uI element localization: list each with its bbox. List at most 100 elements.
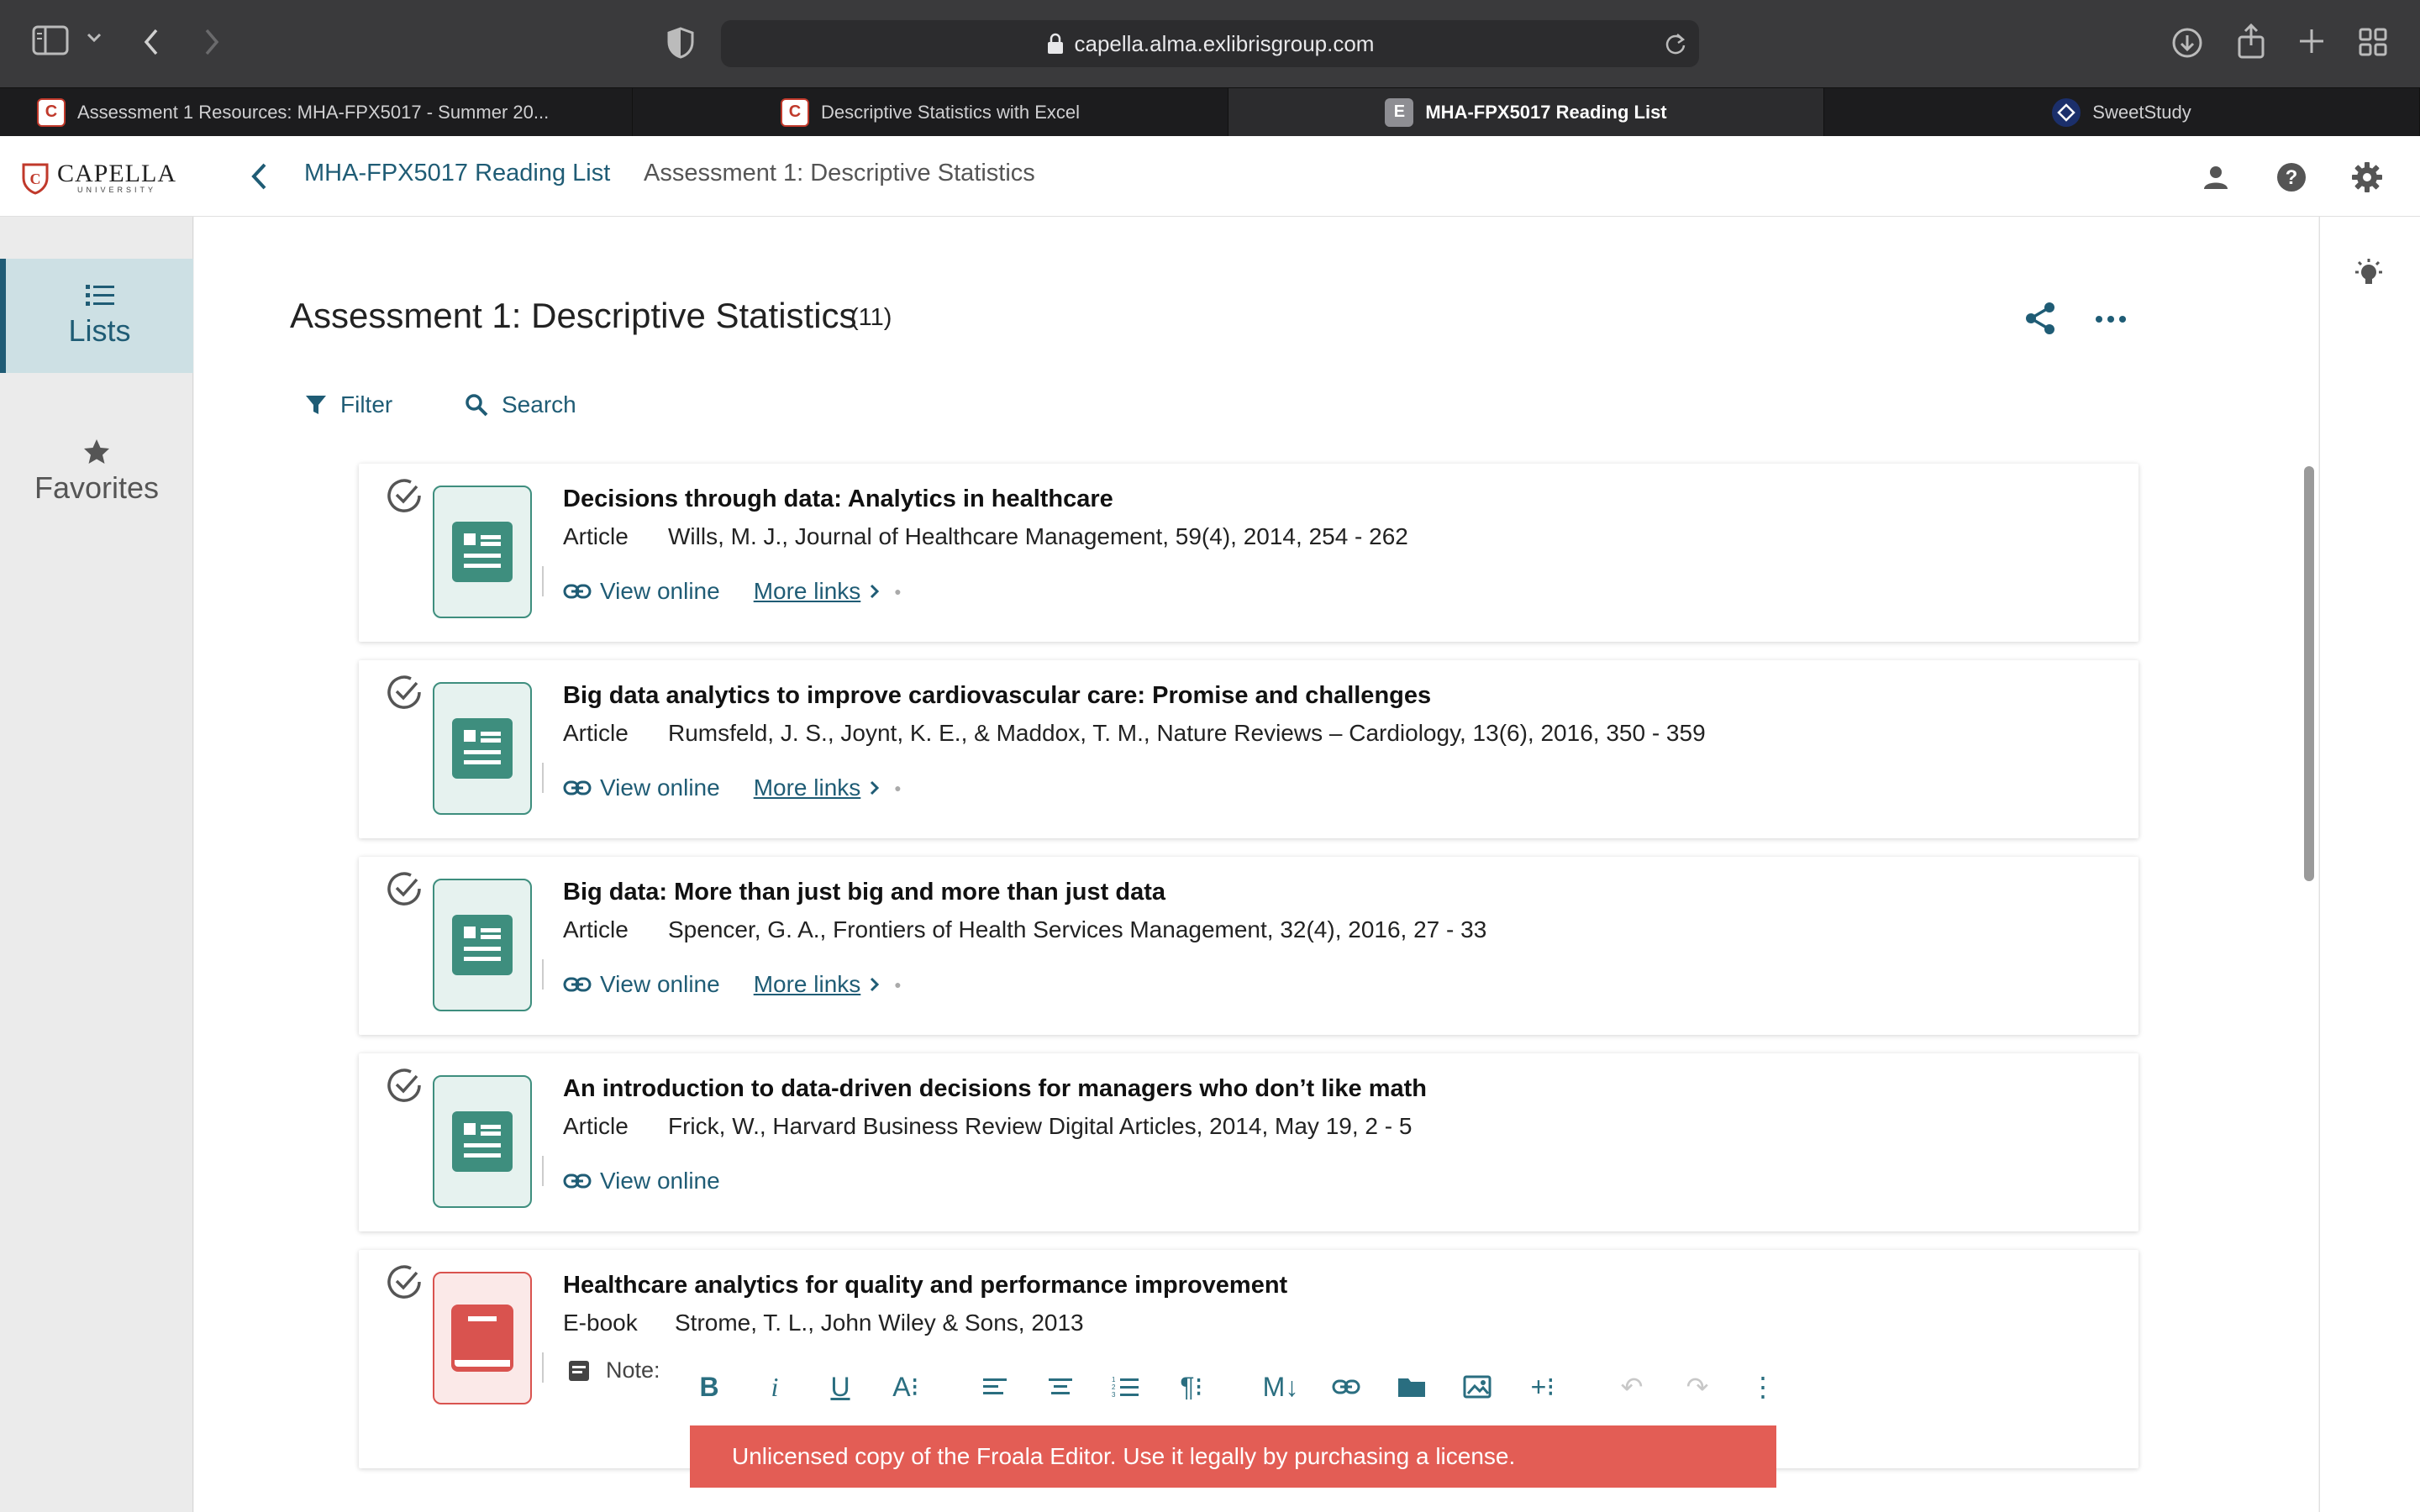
sweetstudy-icon	[2052, 97, 2081, 127]
sidebar-toggle-icon[interactable]	[32, 25, 69, 55]
capella-crest-icon: C	[22, 163, 49, 195]
mark-done-icon[interactable]	[386, 1263, 423, 1300]
tab-descriptive-statistics[interactable]: C Descriptive Statistics with Excel	[633, 88, 1228, 136]
insert-more-icon[interactable]: +⁝	[1510, 1361, 1576, 1413]
item-citation: Spencer, G. A., Frontiers of Health Serv…	[668, 916, 1487, 942]
chevron-down-icon[interactable]	[86, 32, 103, 44]
more-links-button[interactable]: More links	[754, 774, 881, 801]
item-meta: Article Frick, W., Harvard Business Revie…	[563, 1113, 1412, 1140]
new-tab-icon[interactable]	[2297, 27, 2326, 55]
view-online-label: View online	[600, 971, 720, 997]
url-text: capella.alma.exlibrisgroup.com	[1074, 30, 1375, 56]
star-icon	[84, 439, 109, 464]
tab-sweetstudy[interactable]: SweetStudy	[1824, 88, 2420, 136]
divider	[542, 959, 544, 990]
tab-label: SweetStudy	[2092, 101, 2191, 123]
search-button[interactable]: Search	[465, 391, 576, 418]
italic-button[interactable]: i	[742, 1361, 808, 1413]
more-vertical-icon[interactable]: ⋮	[1730, 1361, 1796, 1413]
item-title[interactable]: Decisions through data: Analytics in hea…	[563, 486, 1113, 513]
more-options-button[interactable]	[2093, 301, 2128, 340]
article-icon	[433, 486, 532, 618]
tab-assessment-resources[interactable]: C Assessment 1 Resources: MHA-FPX5017 - …	[0, 88, 633, 136]
list-item[interactable]: Big data analytics to improve cardiovasc…	[359, 660, 2139, 838]
list-item[interactable]: Decisions through data: Analytics in hea…	[359, 464, 2139, 642]
item-title[interactable]: Healthcare analytics for quality and per…	[563, 1272, 1287, 1299]
svg-text:2: 2	[1112, 1383, 1116, 1391]
insert-image-icon[interactable]	[1444, 1361, 1510, 1413]
forward-nav-icon[interactable]	[202, 27, 222, 57]
view-online-label: View online	[600, 578, 720, 604]
filter-button[interactable]: Filter	[305, 391, 392, 418]
download-icon[interactable]	[2171, 27, 2203, 59]
undo-icon[interactable]: ↶	[1599, 1361, 1665, 1413]
tab-label: Descriptive Statistics with Excel	[820, 101, 1081, 123]
paragraph-format-icon[interactable]: ¶⁝	[1159, 1361, 1224, 1413]
svg-text:C: C	[30, 171, 41, 187]
divider	[542, 1352, 544, 1383]
item-type: Article	[563, 916, 629, 942]
more-links-button[interactable]: More links	[754, 971, 881, 998]
text-size-button[interactable]: A⁝	[873, 1361, 939, 1413]
ebook-icon	[433, 1272, 532, 1404]
lightbulb-icon[interactable]	[2352, 257, 2386, 295]
filter-label: Filter	[340, 391, 393, 417]
item-actions: View online More links ●	[563, 774, 902, 801]
article-icon	[433, 879, 532, 1011]
reload-icon[interactable]	[1664, 32, 1687, 60]
item-type: Article	[563, 523, 629, 549]
folder-icon[interactable]	[1379, 1361, 1444, 1413]
breadcrumb-current: Assessment 1: Descriptive Statistics	[644, 160, 1035, 186]
mark-done-icon[interactable]	[386, 674, 423, 711]
gear-icon[interactable]	[2348, 158, 2386, 197]
insert-link-icon[interactable]	[1313, 1361, 1379, 1413]
list-item[interactable]: Big data: More than just big and more th…	[359, 857, 2139, 1035]
tab-overview-icon[interactable]	[2358, 27, 2388, 57]
note-label: Note:	[606, 1357, 660, 1383]
privacy-shield-icon[interactable]	[667, 27, 694, 59]
tab-bar: C Assessment 1 Resources: MHA-FPX5017 - …	[0, 87, 2420, 136]
item-title[interactable]: Big data: More than just big and more th…	[563, 879, 1165, 906]
item-meta: Article Spencer, G. A., Frontiers of Heal…	[563, 916, 1486, 943]
share-browser-icon[interactable]	[2237, 24, 2265, 59]
sidebar-item-favorites[interactable]: Favorites	[0, 415, 193, 529]
more-horizontal-icon	[2096, 316, 2126, 323]
align-center-icon[interactable]	[1028, 1361, 1093, 1413]
sidebar-item-lists[interactable]: Lists	[0, 259, 193, 373]
mark-done-icon[interactable]	[386, 1067, 423, 1104]
view-online-link[interactable]: View online	[563, 578, 720, 605]
share-button[interactable]	[2023, 301, 2058, 340]
reading-list: Decisions through data: Analytics in hea…	[359, 464, 2139, 1487]
scrollbar[interactable]	[2304, 466, 2314, 881]
ordered-list-icon[interactable]: 123	[1093, 1361, 1159, 1413]
lock-icon	[1047, 33, 1063, 54]
more-links-button[interactable]: More links	[754, 578, 881, 605]
redo-icon[interactable]: ↷	[1665, 1361, 1730, 1413]
view-online-link[interactable]: View online	[563, 971, 720, 998]
view-online-label: View online	[600, 774, 720, 801]
markdown-icon[interactable]: M↓	[1248, 1361, 1313, 1413]
chevron-right-icon	[871, 780, 880, 795]
item-title[interactable]: An introduction to data-driven decisions…	[563, 1075, 1427, 1103]
chevron-right-icon	[871, 977, 880, 992]
list-item[interactable]: An introduction to data-driven decisions…	[359, 1053, 2139, 1231]
item-title[interactable]: Big data analytics to improve cardiovasc…	[563, 682, 1431, 710]
back-nav-icon[interactable]	[141, 27, 161, 57]
capella-logo[interactable]: C CAPELLA UNIVERSITY	[22, 161, 176, 195]
breadcrumb-reading-list[interactable]: MHA-FPX5017 Reading List	[304, 160, 610, 187]
mark-done-icon[interactable]	[386, 870, 423, 907]
tab-reading-list[interactable]: E MHA-FPX5017 Reading List	[1228, 88, 1824, 136]
user-icon[interactable]	[2196, 158, 2235, 197]
help-icon[interactable]: ?	[2272, 158, 2311, 197]
underline-button[interactable]: U	[808, 1361, 873, 1413]
view-online-link[interactable]: View online	[563, 774, 720, 801]
align-left-icon[interactable]	[962, 1361, 1028, 1413]
bold-button[interactable]: B	[676, 1361, 742, 1413]
mark-done-icon[interactable]	[386, 477, 423, 514]
view-online-link[interactable]: View online	[563, 1168, 720, 1194]
address-bar[interactable]: capella.alma.exlibrisgroup.com	[721, 20, 1699, 67]
note-field[interactable]: Note:	[567, 1357, 660, 1383]
back-button[interactable]	[239, 156, 279, 197]
divider	[542, 566, 544, 596]
link-icon	[563, 1173, 592, 1189]
